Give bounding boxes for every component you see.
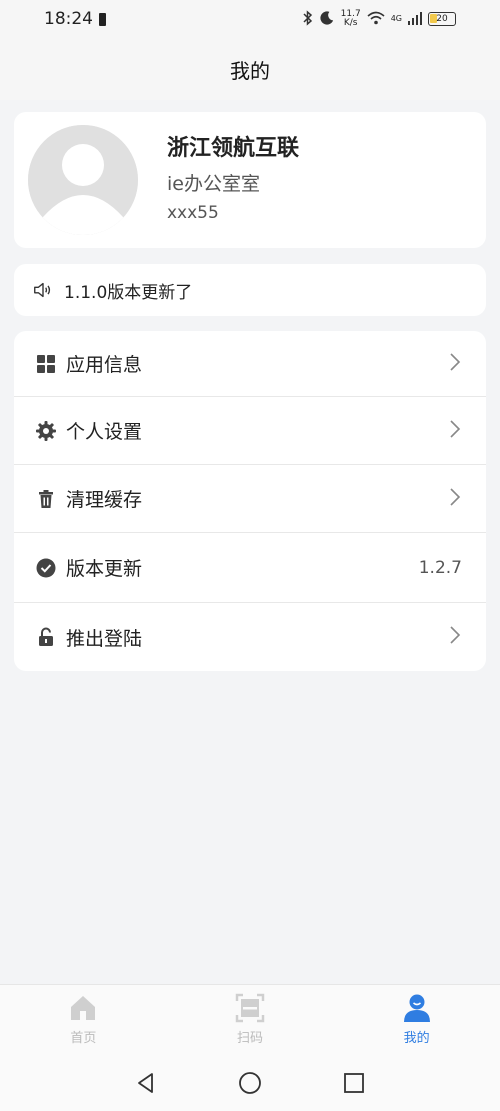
notice-banner[interactable]: 1.1.0版本更新了 [14,264,486,316]
unlock-icon [36,627,56,647]
notice-text: 1.1.0版本更新了 [64,282,193,303]
home-icon [71,996,96,1020]
menu-item-version-update[interactable]: 版本更新 1.2.7 [14,533,486,603]
page-title: 我的 [230,58,270,83]
tab-home[interactable]: 首页 [0,985,167,1054]
scan-icon [235,993,265,1023]
tab-label: 扫码 [237,1031,264,1046]
speaker-icon [34,282,51,298]
signal-icon [408,11,422,28]
gear-icon [36,420,56,441]
grid-icon [36,354,56,374]
trash-icon [36,489,56,509]
menu-item-app-info[interactable]: 应用信息 [14,331,486,397]
menu-item-clear-cache[interactable]: 清理缓存 [14,465,486,533]
avatar[interactable] [28,125,138,235]
tab-scan[interactable]: 扫码 [167,985,334,1054]
menu-item-personal-settings[interactable]: 个人设置 [14,397,486,465]
battery-icon: 20 [428,12,456,26]
tab-mine[interactable]: 我的 [333,985,500,1054]
tab-label: 我的 [403,1031,430,1046]
chevron-right-icon [448,487,462,511]
profile-card[interactable]: 浙江领航互联 ie办公室室 xxx55 [14,112,486,248]
menu-item-label: 推出登陆 [66,627,143,650]
bottom-nav: 首页 扫码 我的 [0,984,500,1054]
menu-item-label: 应用信息 [66,354,143,376]
menu-item-label: 个人设置 [66,421,143,443]
battery-saver-icon [99,12,106,26]
wifi-icon [367,11,385,28]
chevron-right-icon [448,625,462,649]
version-number: 1.2.7 [418,557,462,578]
user-id: xxx55 [167,203,219,223]
tab-label: 首页 [70,1031,97,1046]
user-icon [403,994,430,1022]
menu-item-label: 版本更新 [66,558,143,580]
company-name: 浙江领航互联 [167,136,300,161]
department-name: ie办公室室 [167,173,260,195]
back-icon[interactable] [134,1071,158,1095]
moon-icon [320,10,335,28]
network-type: 4G [390,13,402,23]
chevron-right-icon [448,419,462,443]
menu-item-label: 清理缓存 [66,489,143,511]
status-time: 18:24 [44,9,93,29]
chevron-right-icon [448,352,462,376]
menu-item-logout[interactable]: 推出登陆 [14,603,486,671]
settings-menu: 应用信息 个人设置 清理缓存 版本更新 1.2.7 推出登陆 [14,331,486,671]
system-nav-bar [0,1054,500,1111]
page-header: 我的 [0,38,500,100]
home-circle-icon[interactable] [238,1071,262,1095]
net-speed: 11.7 K/s [340,9,361,28]
recents-icon[interactable] [342,1071,366,1095]
bluetooth-icon [302,9,314,29]
avatar-placeholder-icon [28,125,138,235]
check-circle-icon [36,558,56,578]
status-bar: 18:24 11.7 K/s 4G 20 [0,0,500,38]
